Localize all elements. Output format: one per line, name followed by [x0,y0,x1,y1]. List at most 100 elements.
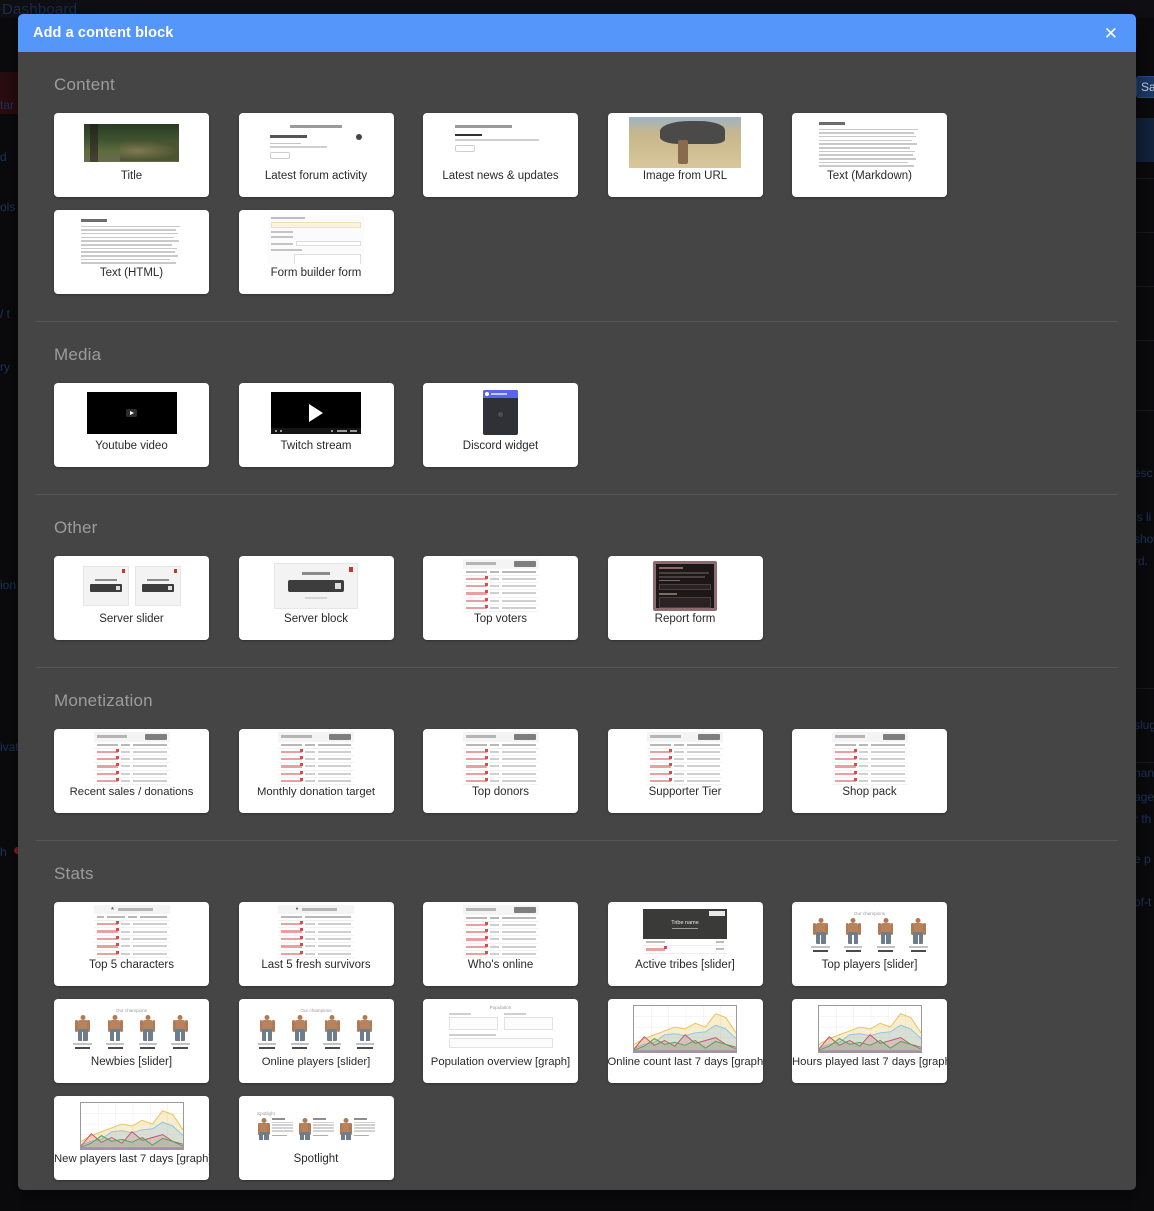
survivor-icon [845,917,861,944]
content-block-last-5-fresh-survivors[interactable]: ● Last 5 fresh survivors [238,902,394,986]
row-value [305,952,315,955]
row-value [489,765,500,768]
background-right-text: e p [1134,852,1151,866]
row-name [650,778,672,783]
block-thumbnail [608,999,763,1056]
block-thumbnail [792,729,947,786]
background-right-text: r th [1134,812,1152,826]
row-value [305,750,315,753]
row-value [305,937,315,940]
content-block-online-count-last-7-days-graph[interactable]: Online count last 7 days [graph] [607,999,763,1083]
row-name [465,951,488,956]
background-save-button[interactable]: Sa [1136,76,1154,98]
block-thumbnail [423,729,578,786]
row-name [465,943,488,949]
survivor-figure [254,1014,280,1050]
data-table-icon [278,731,354,786]
content-block-server-slider[interactable]: Server slider [54,556,209,640]
close-icon[interactable]: ✕ [1100,23,1122,44]
row-value [489,772,500,775]
content-block-image-from-url[interactable]: Image from URL [607,113,763,197]
content-block-youtube-video[interactable]: Youtube video [54,383,209,467]
block-card-slot: Hours played last 7 days [graph] [792,999,977,1096]
content-block-supporter-tier[interactable]: Supporter Tier [607,729,763,813]
content-block-top-donors[interactable]: Top donors [423,729,578,813]
row-status [317,952,351,955]
server-block-icon [274,562,358,609]
block-label: Form builder form [270,267,362,279]
row-status [133,945,167,948]
screen: Dashboard tar d ols / t ry ion ivate h S… [0,0,1154,1211]
content-block-monthly-donation-target[interactable]: Monthly donation target [238,729,394,813]
content-block-server-block[interactable]: Server block [238,556,394,640]
content-block-spotlight[interactable]: Spotlight Spotlight [238,1096,394,1180]
discord-widget-icon [483,390,518,435]
block-card-slot: Image from URL [607,113,793,210]
survivor-figure [102,1014,128,1050]
figures-caption: Our champions [853,910,886,916]
content-block-top-voters[interactable]: Top voters [423,556,578,640]
row-name [650,748,672,753]
row-status [502,592,536,595]
content-block-text-html[interactable]: Text (HTML) [54,210,209,294]
content-block-text-markdown[interactable]: Text (Markdown) [792,113,947,197]
content-block-online-players-slider[interactable]: Our champions Online players [slider] [238,999,394,1083]
content-block-report-form[interactable]: Report form [607,556,763,640]
survivor-icon [878,917,894,944]
row-name [281,748,303,753]
row-status [686,758,720,761]
block-card-slot: Form builder form [238,210,424,307]
content-block-twitch-stream[interactable]: Twitch stream [238,383,394,467]
block-thumbnail [54,113,209,170]
block-label: Top players [slider] [821,959,918,971]
row-value [489,945,500,948]
content-block-recent-sales-donations[interactable]: Recent sales / donations [54,729,209,813]
content-block-who-s-online[interactable]: Who's online [423,902,578,986]
content-block-latest-forum-activity[interactable]: Latest forum activity [238,113,394,197]
content-block-new-players-last-7-days-graph[interactable]: New players last 7 days [graph] [54,1096,209,1180]
content-block-top-5-characters[interactable]: ★ Top 5 characters [54,902,209,986]
row-value [489,953,500,956]
photo-desert-icon [629,117,741,168]
content-block-discord-widget[interactable]: Discord widget [423,383,578,467]
row-name [465,590,488,595]
content-block-population-overview-graph[interactable]: Population Population overview [graph] [423,999,578,1083]
section-content: Content Title Latest forum activity Latest … [36,52,1118,321]
survivor-icon [259,1014,275,1041]
survivor-icon [172,1014,188,1041]
block-thumbnail [608,556,763,613]
youtube-player-icon [86,391,177,434]
row-value [674,765,684,768]
block-thumbnail: ★ [54,902,209,959]
content-block-latest-news-updates[interactable]: Latest news & updates [423,113,578,197]
row-status [502,765,536,768]
data-table-icon [647,731,723,786]
content-block-form-builder-form[interactable]: Form builder form [238,210,394,294]
row-value [120,758,131,761]
line-graph-icon [79,1101,184,1150]
block-card-slot: Top donors [423,729,608,826]
block-card-slot: New players last 7 days [graph] [54,1096,239,1190]
survivor-icon [107,1014,123,1041]
content-block-title[interactable]: Title [54,113,209,197]
row-value [489,780,500,783]
row-value [120,923,131,926]
content-block-active-tribes-slider[interactable]: Tribe name Active tribes [slider] [607,902,763,986]
row-status [502,945,536,948]
content-block-hours-played-last-7-days-graph[interactable]: Hours played last 7 days [graph] [792,999,947,1083]
row-name [96,950,119,955]
row-value [674,780,684,783]
block-grid: Title Latest forum activity Latest news & … [36,95,1118,321]
content-block-shop-pack[interactable]: Shop pack [792,729,947,813]
survivor-figure [167,1014,193,1050]
row-value [489,607,500,610]
row-name [465,763,488,768]
table-row [278,770,354,779]
table-row [278,748,354,756]
content-block-top-players-slider[interactable]: Our champions Top players [slider] [792,902,947,986]
block-thumbnail [239,729,394,786]
content-block-newbies-slider[interactable]: Our champions Newbies [slider] [54,999,209,1083]
row-value [858,750,869,753]
block-thumbnail [239,383,394,440]
row-name [465,936,488,941]
